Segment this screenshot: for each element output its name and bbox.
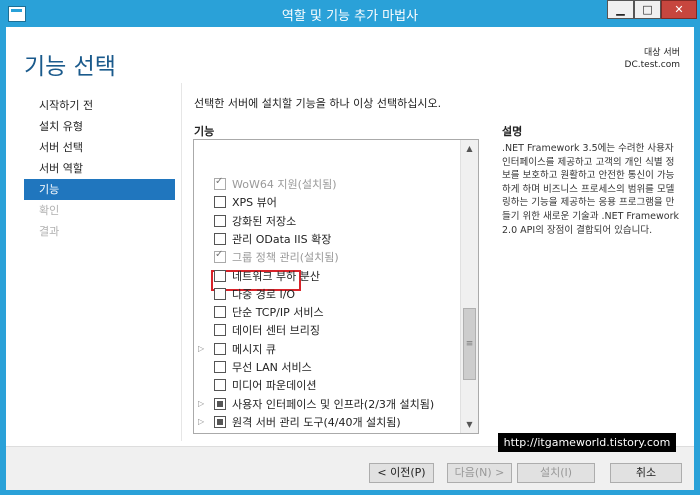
scroll-thumb[interactable]: ≡ [463, 308, 476, 380]
feature-checkbox[interactable] [214, 269, 226, 282]
nav-item: 결과 [39, 225, 60, 238]
feature-label: 원격 지원 [232, 432, 276, 433]
features-scrollbar[interactable]: ▲ ≡ ▼ [460, 140, 478, 433]
scroll-grip-icon: ≡ [465, 339, 474, 349]
feature-checkbox[interactable] [214, 287, 226, 300]
feature-description: .NET Framework 3.5에는 수려한 사용자 인터페이스를 제공하고… [502, 143, 680, 236]
feature-checkbox[interactable] [214, 176, 226, 190]
feature-row[interactable]: WoW64 지원(설치됨) [194, 175, 462, 193]
minimize-icon: ▁ [616, 3, 625, 16]
nav-item: 확인 [39, 204, 60, 217]
features-heading: 기능 [194, 125, 215, 138]
expand-arrow-icon[interactable]: ▷ [198, 399, 208, 408]
target-server-name: DC.test.com [624, 60, 680, 70]
feature-row[interactable]: 강화된 저장소 [194, 212, 462, 230]
feature-row[interactable]: 단순 TCP/IP 서비스 [194, 303, 462, 321]
nav-item[interactable]: 시작하기 전 [24, 95, 175, 116]
scroll-down-icon[interactable]: ▼ [461, 416, 478, 433]
close-button[interactable]: ✕ [661, 0, 697, 19]
feature-label: 원격 서버 관리 도구(4/40개 설치됨) [232, 415, 401, 429]
minimize-button[interactable]: ▁ [607, 0, 634, 19]
feature-checkbox[interactable] [214, 324, 226, 337]
feature-row[interactable]: 그룹 정책 관리(설치됨) [194, 248, 462, 266]
feature-checkbox[interactable] [214, 361, 226, 373]
target-server-label: 대상 서버 [644, 48, 680, 58]
feature-checkbox[interactable] [214, 214, 226, 227]
feature-checkbox[interactable] [214, 232, 226, 245]
feature-row[interactable]: ▷ 사용자 인터페이스 및 인프라(2/3개 설치됨) [194, 395, 462, 413]
feature-label: 그룹 정책 관리(설치됨) [232, 251, 339, 265]
feature-row[interactable]: 관리 OData IIS 확장 [194, 230, 462, 248]
feature-label: 데이터 센터 브리징 [232, 324, 320, 338]
feature-row[interactable]: 무선 LAN 서비스 [194, 358, 462, 376]
instruction-text: 선택한 서버에 설치할 기능을 하나 이상 선택하십시오. [194, 97, 442, 110]
feature-label: 무선 LAN 서비스 [232, 361, 312, 374]
expand-arrow-icon[interactable]: ▷ [198, 417, 208, 426]
wizard-content: 기능 선택 대상 서버 DC.test.com 시작하기 전 설치 유형 서버 선택… [6, 27, 694, 490]
feature-row[interactable]: 원격 지원 [194, 431, 462, 433]
nav-item[interactable]: 서버 선택 [24, 137, 175, 158]
prev-button[interactable]: < 이전(P) [369, 463, 434, 483]
feature-label: 메시지 큐 [232, 342, 276, 356]
feature-row[interactable]: 데이터 센터 브리징 [194, 321, 462, 339]
feature-row[interactable]: 네트워크 부하 분산 [194, 267, 462, 285]
next-button[interactable]: 다음(N) > [447, 463, 512, 483]
watermark: http://itgameworld.tistory.com [498, 433, 676, 452]
feature-checkbox[interactable] [214, 379, 226, 392]
feature-label: WoW64 지원(설치됨) [232, 178, 337, 191]
page-title: 기능 선택 [24, 54, 116, 80]
feature-checkbox[interactable] [214, 249, 226, 264]
feature-row[interactable]: 미디어 파운데이션 [194, 376, 462, 394]
feature-row[interactable]: XPS 뷰어 [194, 193, 462, 211]
feature-checkbox[interactable] [214, 415, 226, 428]
maximize-icon: □ [642, 3, 653, 16]
nav-item[interactable]: 기능 [24, 179, 175, 200]
wizard-footer: < 이전(P) 다음(N) > 설치(I) 취소 [6, 446, 694, 490]
feature-checkbox[interactable] [214, 342, 226, 355]
target-server-info: 대상 서버 DC.test.com [625, 47, 680, 71]
feature-checkbox[interactable] [214, 397, 226, 410]
close-icon: ✕ [674, 3, 684, 16]
feature-checkbox[interactable] [214, 196, 226, 209]
feature-row[interactable]: ▷ 원격 서버 관리 도구(4/40개 설치됨) [194, 413, 462, 431]
install-button[interactable]: 설치(I) [517, 463, 595, 483]
feature-label: 강화된 저장소 [232, 214, 297, 228]
title-bar: 역할 및 기능 추가 마법사 ▁ □ ✕ [0, 0, 700, 27]
feature-checkbox[interactable] [214, 306, 226, 319]
feature-row[interactable]: 다중 경로 I/O [194, 285, 462, 303]
features-list[interactable]: ▲ ≡ ▼ WoW64 지원(설치됨) XPS 뷰어강화된 저장소관리 OData… [193, 139, 479, 434]
feature-label: 단순 TCP/IP 서비스 [232, 306, 324, 320]
feature-label: 미디어 파운데이션 [232, 379, 317, 393]
description-heading: 설명 [502, 125, 523, 138]
cancel-button[interactable]: 취소 [610, 463, 682, 483]
window-title: 역할 및 기능 추가 마법사 [281, 9, 419, 24]
nav-item[interactable]: 설치 유형 [24, 116, 175, 137]
wizard-nav: 시작하기 전 설치 유형 서버 선택 서버 역할 기능확인결과 [24, 95, 175, 242]
maximize-button[interactable]: □ [634, 0, 661, 19]
feature-label: 사용자 인터페이스 및 인프라(2/3개 설치됨) [232, 397, 435, 411]
expand-arrow-icon[interactable]: ▷ [198, 344, 208, 353]
feature-row[interactable]: ▷ 메시지 큐 [194, 340, 462, 358]
feature-label: 관리 OData IIS 확장 [232, 232, 332, 246]
feature-label: XPS 뷰어 [232, 196, 277, 210]
nav-divider [181, 83, 182, 441]
scroll-up-icon[interactable]: ▲ [461, 140, 478, 157]
feature-label: 네트워크 부하 분산 [232, 269, 320, 283]
nav-item[interactable]: 서버 역할 [24, 158, 175, 179]
feature-label: 다중 경로 I/O [232, 287, 296, 301]
